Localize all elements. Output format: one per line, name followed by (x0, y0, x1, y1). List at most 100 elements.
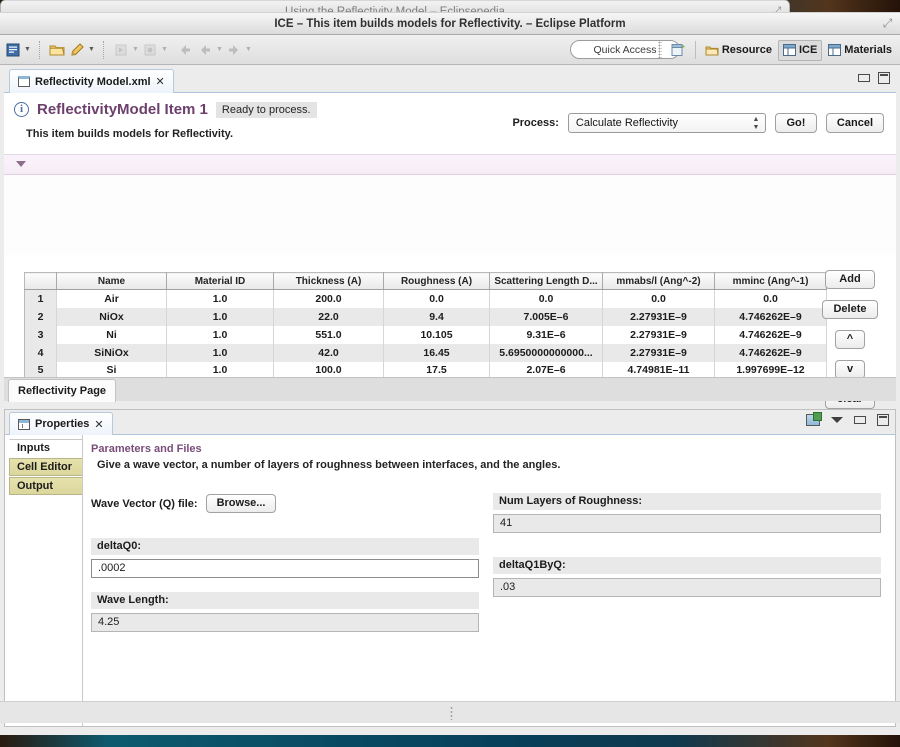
browse-button[interactable]: Browse... (205, 494, 277, 513)
new-dropdown-arrow-icon[interactable]: ▼ (23, 41, 32, 59)
forward-dropdown-arrow-icon[interactable]: ▼ (244, 41, 253, 59)
sidebar-item-cell-editor[interactable]: Cell Editor (9, 458, 82, 476)
materials-table[interactable]: Name Material ID Thickness (A) Roughness… (24, 272, 827, 380)
cell-scattering-length[interactable]: 9.31E–6 (489, 325, 603, 344)
tab-reflectivity-model-xml[interactable]: Reflectivity Model.xml ✕ (9, 69, 174, 93)
cell-mmabs[interactable]: 2.27931E–9 (602, 307, 715, 326)
open-perspective-icon[interactable] (667, 40, 690, 61)
deltaq0-input[interactable]: .0002 (91, 559, 479, 578)
cell-mminc[interactable]: 0.0 (714, 289, 827, 308)
cell-material-id[interactable]: 1.0 (166, 307, 274, 326)
window-resize-icon[interactable]: ⤢ (881, 17, 894, 30)
editor-tab-label: Reflectivity Model.xml (35, 75, 151, 88)
sidebar-item-ice[interactable]: ICE (777, 39, 823, 61)
new-view-icon[interactable] (806, 412, 822, 426)
cell-mminc[interactable]: 4.746262E–9 (714, 307, 827, 326)
properties-side-tabs: Inputs Cell Editor Output (5, 435, 83, 726)
table-row[interactable]: 4 SiNiOx 1.0 42.0 16.45 5.6950000000000.… (24, 343, 827, 362)
cell-mminc[interactable]: 4.746262E–9 (714, 343, 827, 362)
cell-mmabs[interactable]: 2.27931E–9 (602, 325, 715, 344)
open-folder-icon[interactable] (47, 40, 67, 60)
table-header-material-id[interactable]: Material ID (166, 272, 274, 290)
close-icon[interactable]: ✕ (94, 418, 103, 431)
back-alt-icon[interactable] (195, 40, 215, 60)
sidebar-item-resource[interactable]: Resource (701, 40, 776, 61)
toolbar-group-nav: ▼ ▼ (172, 38, 256, 62)
table-header-scattering-length[interactable]: Scattering Length D... (489, 272, 603, 290)
cell-scattering-length[interactable]: 0.0 (489, 289, 603, 308)
cell-thickness[interactable]: 42.0 (273, 343, 384, 362)
table-row[interactable]: 2 NiOx 1.0 22.0 9.4 7.005E–6 2.27931E–9 … (24, 307, 827, 326)
toolbar-group-new: ▼ (0, 38, 35, 62)
table-header-rownum[interactable] (24, 272, 57, 290)
cell-roughness[interactable]: 16.45 (383, 343, 490, 362)
maximize-icon[interactable] (877, 414, 889, 426)
tab-properties[interactable]: Properties ✕ (9, 412, 113, 435)
panel-subtitle: Give a wave vector, a number of layers o… (97, 459, 561, 471)
window-titlebar[interactable]: ICE – This item builds models for Reflec… (0, 13, 900, 35)
cell-thickness[interactable]: 551.0 (273, 325, 384, 344)
cell-material-id[interactable]: 1.0 (166, 325, 274, 344)
move-up-button[interactable]: ^ (835, 330, 865, 349)
pencil-dropdown-arrow-icon[interactable]: ▼ (87, 41, 96, 59)
toolbar-drag-handle[interactable] (657, 41, 662, 59)
window-title: ICE – This item builds models for Reflec… (274, 18, 626, 30)
editor-tab-row: Reflectivity Model.xml ✕ (4, 67, 896, 93)
cell-name[interactable]: SiNiOx (56, 343, 167, 362)
view-menu-icon[interactable] (831, 417, 843, 423)
wavelength-input[interactable]: 4.25 (91, 613, 479, 632)
cell-scattering-length[interactable]: 5.6950000000000... (489, 343, 603, 362)
cell-material-id[interactable]: 1.0 (166, 289, 274, 308)
cell-name[interactable]: Air (56, 289, 167, 308)
deltaq1byq-input[interactable]: .03 (493, 578, 881, 597)
table-header-name[interactable]: Name (56, 272, 167, 290)
chevron-down-icon[interactable] (16, 161, 26, 167)
table-header-thickness[interactable]: Thickness (A) (273, 272, 384, 290)
cell-roughness[interactable]: 0.0 (383, 289, 490, 308)
launch-dropdown-arrow-icon[interactable]: ▼ (131, 41, 140, 59)
editor-icon[interactable] (3, 40, 23, 60)
cancel-button[interactable]: Cancel (825, 113, 884, 133)
table-header-mminc[interactable]: mminc (Ang^-1) (714, 272, 827, 290)
minimize-icon[interactable] (858, 74, 870, 82)
debug-dropdown-arrow-icon[interactable]: ▼ (160, 41, 169, 59)
cell-name[interactable]: NiOx (56, 307, 167, 326)
pencil-icon[interactable] (67, 40, 87, 60)
sidebar-item-materials[interactable]: Materials (824, 40, 896, 61)
back-dropdown-arrow-icon[interactable]: ▼ (215, 41, 224, 59)
debug-icon[interactable] (140, 40, 160, 60)
table-row[interactable]: 3 Ni 1.0 551.0 10.105 9.31E–6 2.27931E–9… (24, 325, 827, 344)
table-header-mmabs[interactable]: mmabs/l (Ang^-2) (602, 272, 715, 290)
cell-mminc[interactable]: 4.746262E–9 (714, 325, 827, 344)
section-collapse-band[interactable] (4, 155, 896, 175)
cell-name[interactable]: Ni (56, 325, 167, 344)
cell-material-id[interactable]: 1.0 (166, 343, 274, 362)
tab-reflectivity-page[interactable]: Reflectivity Page (8, 379, 117, 402)
go-button[interactable]: Go! (774, 113, 817, 133)
maximize-icon[interactable] (878, 72, 890, 84)
cell-scattering-length[interactable]: 7.005E–6 (489, 307, 603, 326)
forward-icon[interactable] (224, 40, 244, 60)
cell-roughness[interactable]: 10.105 (383, 325, 490, 344)
cell-thickness[interactable]: 22.0 (273, 307, 384, 326)
table-header-roughness[interactable]: Roughness (A) (383, 272, 490, 290)
back-icon[interactable] (175, 40, 195, 60)
table-row[interactable]: 1 Air 1.0 200.0 0.0 0.0 0.0 0.0 (24, 289, 827, 308)
sidebar-item-output[interactable]: Output (9, 477, 82, 495)
minimize-icon[interactable] (854, 416, 866, 424)
cell-mmabs[interactable]: 0.0 (602, 289, 715, 308)
cell-roughness[interactable]: 9.4 (383, 307, 490, 326)
launch-icon[interactable] (111, 40, 131, 60)
num-layers-input[interactable]: 41 (493, 514, 881, 533)
cell-mmabs[interactable]: 2.27931E–9 (602, 343, 715, 362)
editor-area: Reflectivity Model.xml ✕ i ReflectivityM… (4, 67, 896, 409)
process-select[interactable]: Calculate Reflectivity ▲ ▼ (567, 113, 766, 133)
perspective-label-ice: ICE (798, 44, 818, 56)
sidebar-item-inputs[interactable]: Inputs (9, 439, 82, 457)
add-row-button[interactable]: Add (825, 270, 875, 289)
close-icon[interactable]: ✕ (156, 75, 165, 88)
resize-grip-icon[interactable] (450, 706, 453, 720)
cell-thickness[interactable]: 200.0 (273, 289, 384, 308)
delete-row-button[interactable]: Delete (822, 300, 878, 319)
